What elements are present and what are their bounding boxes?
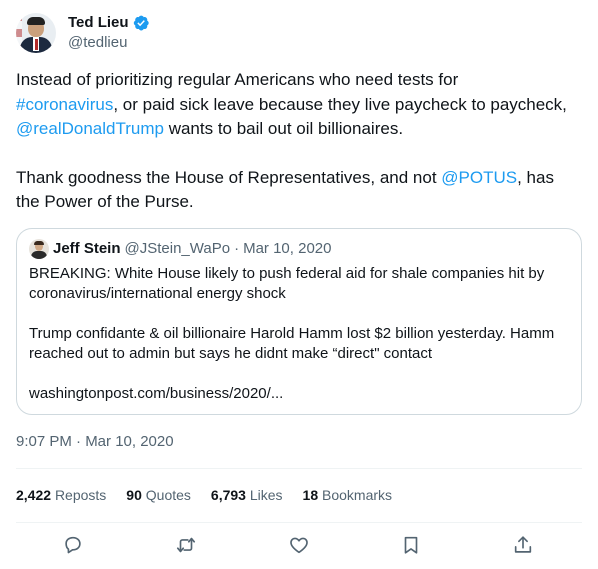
quoted-link: washingtonpost.com/business/2020/...	[29, 385, 284, 402]
tweet-text-segment: , or paid sick leave because they live p…	[113, 94, 567, 114]
reposts-stat[interactable]: 2,422 Reposts	[16, 485, 106, 505]
divider	[16, 468, 582, 469]
author-names: Ted Lieu @tedlieu	[68, 13, 150, 53]
quoted-line-1: BREAKING: White House likely to push fed…	[29, 265, 545, 302]
quoted-tweet-body: BREAKING: White House likely to push fed…	[29, 264, 569, 404]
quoted-date: Mar 10, 2020	[243, 240, 332, 257]
tweet-text-segment: Thank goodness the House of Representati…	[16, 167, 442, 187]
quoted-tweet-header: Jeff Stein @JStein_WaPo · Mar 10, 2020	[29, 239, 569, 259]
bookmarks-count: 18	[302, 487, 319, 503]
repost-icon	[176, 537, 196, 553]
quotes-count: 90	[126, 487, 142, 503]
engagement-stats: 2,422 Reposts 90 Quotes 6,793 Likes 18 B…	[16, 485, 412, 505]
bookmarks-stat[interactable]: 18 Bookmarks	[303, 485, 393, 505]
author-avatar[interactable]	[16, 13, 56, 53]
tweet-text: Instead of prioritizing regular American…	[16, 68, 576, 215]
reposts-count: 2,422	[16, 487, 52, 503]
bookmarks-label: Bookmarks	[322, 487, 393, 503]
action-bar	[16, 526, 582, 564]
repost-button[interactable]	[167, 526, 205, 564]
tweet-header: Ted Lieu @tedlieu	[16, 12, 150, 54]
tweet: Ted Lieu @tedlieu Instead of prioritizin…	[0, 0, 598, 569]
quotes-label: Quotes	[145, 487, 191, 503]
hashtag-coronavirus-link[interactable]: #coronavirus	[16, 95, 113, 114]
author-handle[interactable]: @tedlieu	[68, 33, 150, 53]
tweet-paragraph-1: Instead of prioritizing regular American…	[16, 68, 576, 142]
quoted-author-avatar	[29, 239, 49, 259]
likes-count: 6,793	[210, 487, 246, 503]
likes-label: Likes	[249, 487, 283, 503]
quoted-line-2: Trump confidante & oil billionaire Harol…	[29, 325, 555, 362]
quoted-author-name: Jeff Stein	[53, 240, 121, 257]
like-icon	[290, 537, 308, 554]
quoted-author-handle: @JStein_WaPo	[124, 240, 231, 257]
divider	[16, 522, 582, 523]
bookmark-button[interactable]	[392, 526, 430, 564]
tweet-text-segment: Instead of prioritizing regular American…	[16, 70, 459, 89]
reply-button[interactable]	[54, 526, 92, 564]
like-button[interactable]	[280, 526, 318, 564]
bookmark-icon	[404, 536, 418, 554]
mention-potus-link[interactable]: @POTUS	[441, 168, 517, 187]
quotes-stat[interactable]: 90 Quotes	[126, 485, 191, 505]
reposts-label: Reposts	[54, 487, 107, 503]
tweet-timestamp[interactable]: 9:07 PM · Mar 10, 2020	[16, 432, 174, 452]
mention-realdonaldtrump-link[interactable]: @realDonaldTrump	[16, 119, 164, 138]
reply-icon	[65, 536, 81, 554]
share-icon	[514, 536, 532, 553]
tweet-paragraph-2: Thank goodness the House of Representati…	[16, 166, 576, 215]
likes-stat[interactable]: 6,793 Likes	[211, 485, 283, 505]
tweet-text-segment: wants to bail out oil billionaires.	[163, 119, 404, 138]
quoted-separator: ·	[234, 240, 240, 257]
verified-badge-icon	[133, 15, 149, 31]
quoted-tweet-card[interactable]: Jeff Stein @JStein_WaPo · Mar 10, 2020 B…	[16, 228, 582, 415]
share-button[interactable]	[504, 526, 542, 564]
author-name[interactable]: Ted Lieu	[68, 13, 129, 33]
